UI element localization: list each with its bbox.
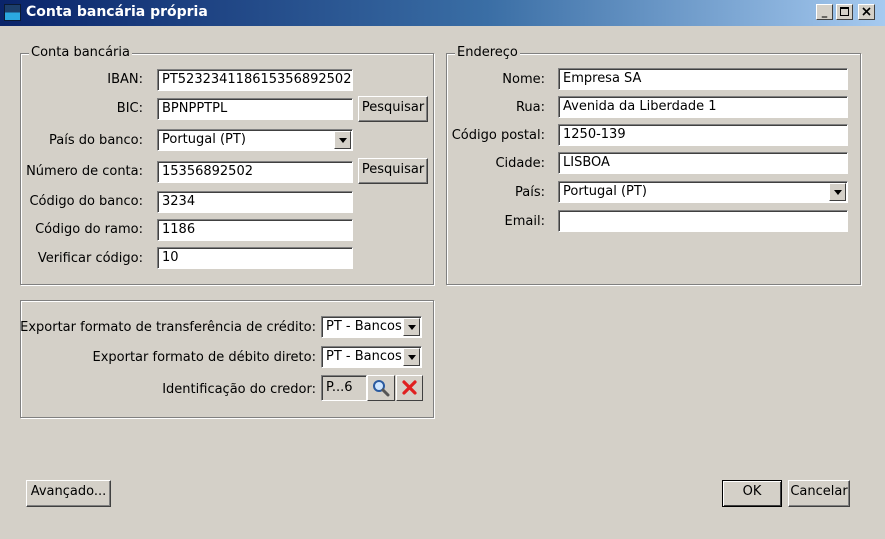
close-button[interactable] <box>858 4 875 20</box>
branch-code-label: Código do ramo: <box>35 222 143 237</box>
postal-code-field[interactable]: 1250-139 <box>558 124 848 146</box>
magnifier-icon <box>373 380 390 397</box>
direct-debit-format-select[interactable]: PT - Bancos <box>321 346 422 368</box>
red-x-icon <box>402 380 417 395</box>
direct-debit-format-value: PT - Bancos <box>326 349 402 364</box>
creditor-id-label: Identificação do credor: <box>162 382 316 397</box>
chevron-down-icon[interactable] <box>829 183 846 201</box>
chevron-down-icon[interactable] <box>334 131 351 149</box>
city-field[interactable]: LISBOA <box>558 152 848 174</box>
postal-code-label: Código postal: <box>451 128 545 143</box>
bank-code-label: Código do banco: <box>29 194 143 209</box>
bank-code-field[interactable]: 3234 <box>157 191 353 213</box>
bic-field[interactable]: BPNPPTPL <box>157 98 353 120</box>
minimize-button[interactable]: _ <box>816 4 833 20</box>
bic-label: BIC: <box>116 101 143 116</box>
country-select[interactable]: Portugal (PT) <box>558 181 848 203</box>
check-code-field[interactable]: 10 <box>157 247 353 269</box>
title-bar: Conta bancária própria _ <box>0 0 885 26</box>
bank-account-legend: Conta bancária <box>29 45 132 60</box>
credit-transfer-format-value: PT - Bancos <box>326 319 402 334</box>
street-label: Rua: <box>515 100 545 115</box>
creditor-clear-button[interactable] <box>396 375 423 401</box>
city-label: Cidade: <box>495 156 545 171</box>
check-code-label: Verificar código: <box>37 251 143 266</box>
country-value: Portugal (PT) <box>563 184 647 199</box>
credit-transfer-format-label: Exportar formato de transferência de cré… <box>20 320 316 335</box>
iban-label: IBAN: <box>107 72 143 87</box>
name-label: Nome: <box>502 72 545 87</box>
cancel-button[interactable]: Cancelar <box>788 480 850 507</box>
bic-search-button[interactable]: Pesquisar <box>358 96 428 122</box>
credit-transfer-format-select[interactable]: PT - Bancos <box>321 316 422 338</box>
account-search-button[interactable]: Pesquisar <box>358 158 428 184</box>
name-field[interactable]: Empresa SA <box>558 68 848 90</box>
account-number-label: Número de conta: <box>26 164 143 179</box>
maximize-icon <box>840 7 849 16</box>
close-icon <box>862 7 871 16</box>
app-icon <box>4 4 21 21</box>
creditor-search-button[interactable] <box>367 375 395 401</box>
creditor-id-field: P...6 <box>321 375 367 401</box>
address-legend: Endereço <box>455 45 520 60</box>
advanced-button[interactable]: Avançado... <box>26 480 111 507</box>
bank-country-value: Portugal (PT) <box>162 132 246 147</box>
email-label: Email: <box>504 214 545 229</box>
country-label: País: <box>515 185 545 200</box>
bank-country-select[interactable]: Portugal (PT) <box>157 129 353 151</box>
chevron-down-icon[interactable] <box>403 348 420 366</box>
window-title: Conta bancária própria <box>26 4 208 20</box>
chevron-down-icon[interactable] <box>403 318 420 336</box>
direct-debit-format-label: Exportar formato de débito direto: <box>92 350 317 365</box>
bank-country-label: País do banco: <box>48 133 143 148</box>
ok-button[interactable]: OK <box>722 480 782 507</box>
email-field[interactable] <box>558 210 848 232</box>
maximize-button[interactable] <box>836 4 853 20</box>
iban-field[interactable]: PT5232341186153568925021 <box>157 69 353 91</box>
branch-code-field[interactable]: 1186 <box>157 219 353 241</box>
street-field[interactable]: Avenida da Liberdade 1 <box>558 96 848 118</box>
account-number-field[interactable]: 15356892502 <box>157 161 353 183</box>
